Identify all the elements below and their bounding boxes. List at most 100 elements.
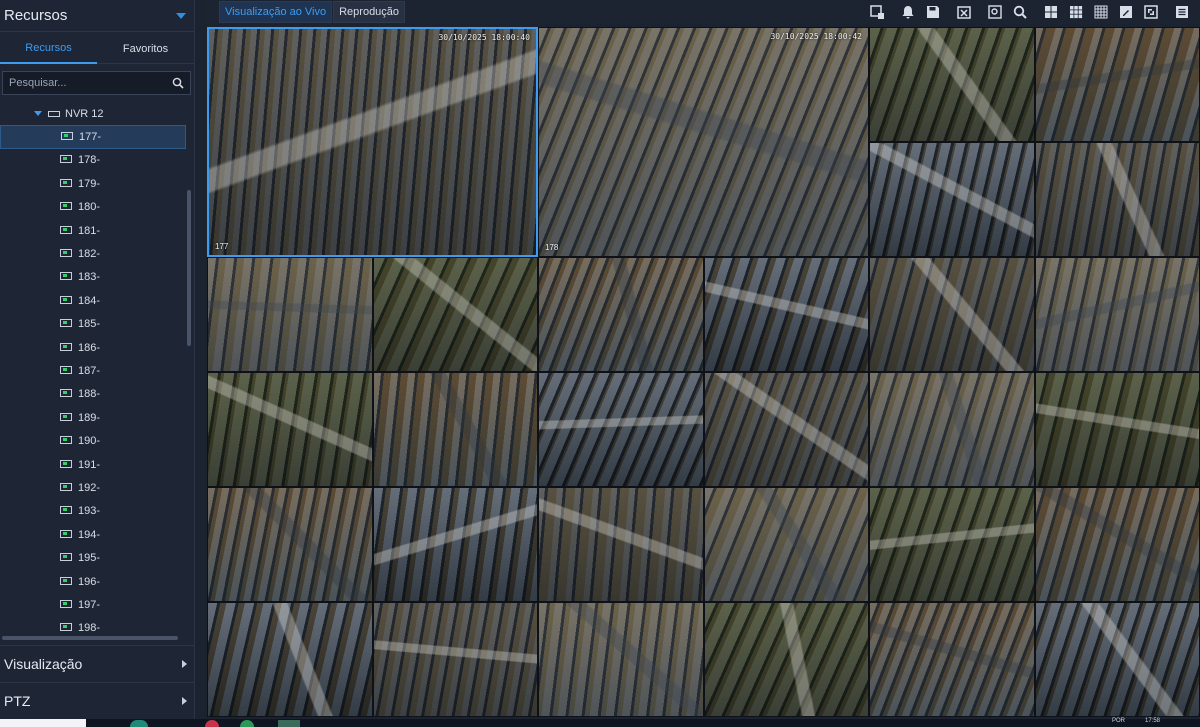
tree-horizontal-scrollbar[interactable] bbox=[2, 636, 178, 640]
section-visualizacao[interactable]: Visualização bbox=[0, 645, 195, 681]
camera-tile[interactable] bbox=[1034, 602, 1200, 717]
edit-icon[interactable] bbox=[1117, 3, 1134, 20]
layout-4x4-icon[interactable] bbox=[1092, 3, 1109, 20]
layout-3x3-icon[interactable] bbox=[1067, 3, 1084, 20]
tree-node-camera[interactable]: 184- bbox=[0, 289, 186, 312]
camera-tile[interactable] bbox=[869, 142, 1035, 257]
tab-favoritos[interactable]: Favoritos bbox=[97, 34, 194, 64]
camera-tile[interactable] bbox=[1034, 257, 1200, 372]
tree-node-camera[interactable]: 185- bbox=[0, 313, 186, 336]
camera-channel-label: 177 bbox=[215, 242, 229, 251]
camera-tile[interactable] bbox=[372, 487, 538, 602]
tree-node-camera[interactable]: 177- bbox=[0, 125, 186, 149]
camera-tile[interactable]: 30/10/2025 18:00:42 178 bbox=[538, 27, 869, 257]
camera-online-icon bbox=[60, 342, 73, 353]
layout-2x2-icon[interactable] bbox=[1042, 3, 1059, 20]
search-input[interactable] bbox=[9, 77, 172, 89]
tree-node-camera[interactable]: 198- bbox=[0, 617, 186, 632]
search-view-icon[interactable] bbox=[986, 3, 1003, 20]
tree-node-camera[interactable]: 186- bbox=[0, 336, 186, 359]
camera-tile[interactable] bbox=[372, 372, 538, 487]
add-window-icon[interactable] bbox=[868, 3, 885, 20]
camera-online-icon bbox=[60, 506, 73, 516]
camera-label: 194- bbox=[78, 528, 101, 541]
camera-tile[interactable]: 30/10/2025 18:00:40 177 bbox=[207, 27, 538, 257]
tab-playback[interactable]: Reprodução bbox=[333, 1, 406, 23]
camera-tile[interactable] bbox=[207, 487, 373, 602]
tray-language[interactable]: POR bbox=[1112, 718, 1125, 724]
tree-node-camera[interactable]: 193- bbox=[0, 500, 186, 523]
camera-label: 193- bbox=[78, 505, 101, 518]
camera-tile[interactable] bbox=[703, 602, 869, 717]
camera-online-icon bbox=[60, 412, 73, 423]
camera-tile[interactable] bbox=[538, 487, 704, 602]
tree-node-camera[interactable]: 189- bbox=[0, 406, 186, 429]
tree-node-camera[interactable]: 187- bbox=[0, 359, 186, 382]
camera-tile[interactable] bbox=[869, 372, 1035, 487]
tree-node-camera[interactable]: 195- bbox=[0, 546, 186, 569]
camera-tile[interactable] bbox=[703, 372, 869, 487]
camera-label: 195- bbox=[78, 552, 101, 565]
camera-tile[interactable] bbox=[869, 602, 1035, 717]
camera-tile[interactable] bbox=[1034, 487, 1200, 602]
tree-node-camera[interactable]: 182- bbox=[0, 242, 186, 265]
taskbar-app-icon[interactable] bbox=[278, 720, 300, 727]
taskbar-app-icon[interactable] bbox=[130, 720, 148, 727]
camera-tile[interactable] bbox=[538, 257, 704, 372]
tree-node-camera[interactable]: 183- bbox=[0, 266, 186, 289]
camera-online-icon bbox=[60, 155, 73, 165]
tree-node-camera[interactable]: 188- bbox=[0, 383, 186, 406]
fullscreen-icon[interactable] bbox=[1142, 3, 1159, 20]
section-ptz[interactable]: PTZ bbox=[0, 682, 195, 718]
camera-tile[interactable] bbox=[207, 372, 373, 487]
camera-tile[interactable] bbox=[869, 27, 1035, 142]
tree-node-camera[interactable]: 192- bbox=[0, 476, 186, 499]
camera-label: 198- bbox=[78, 622, 101, 632]
save-icon[interactable] bbox=[924, 3, 941, 20]
alarm-bell-icon[interactable] bbox=[899, 3, 916, 20]
nvr-device-icon bbox=[48, 110, 60, 117]
camera-tile[interactable] bbox=[207, 257, 373, 372]
tab-recursos[interactable]: Recursos bbox=[0, 34, 97, 64]
camera-online-icon bbox=[60, 225, 73, 236]
tree-node-nvr[interactable]: NVR 12 bbox=[0, 102, 186, 125]
tree-node-camera[interactable]: 180- bbox=[0, 196, 186, 219]
camera-tile[interactable] bbox=[703, 257, 869, 372]
tree-node-camera[interactable]: 181- bbox=[0, 219, 186, 242]
tree-node-camera[interactable]: 191- bbox=[0, 453, 186, 476]
delete-icon[interactable] bbox=[955, 3, 972, 20]
expand-triangle-icon[interactable] bbox=[34, 111, 42, 117]
tree-node-camera[interactable]: 194- bbox=[0, 523, 186, 546]
camera-tile[interactable] bbox=[207, 602, 373, 717]
camera-tile[interactable] bbox=[703, 487, 869, 602]
camera-tile[interactable] bbox=[538, 372, 704, 487]
camera-tile[interactable] bbox=[1034, 372, 1200, 487]
tray-clock[interactable]: 17:58 bbox=[1145, 718, 1160, 724]
taskbar-app-icon[interactable] bbox=[205, 720, 219, 727]
sidebar-tabs: Recursos Favoritos bbox=[0, 34, 194, 64]
tree-node-camera[interactable]: 196- bbox=[0, 570, 186, 593]
tree-vertical-scrollbar[interactable] bbox=[187, 190, 191, 346]
camera-tile[interactable] bbox=[869, 487, 1035, 602]
camera-tile[interactable] bbox=[869, 257, 1035, 372]
tree-node-camera[interactable]: 190- bbox=[0, 429, 186, 452]
taskbar-search-box[interactable] bbox=[0, 719, 86, 727]
tree-node-camera[interactable]: 197- bbox=[0, 593, 186, 616]
camera-tile[interactable] bbox=[1034, 142, 1200, 257]
camera-online-icon bbox=[60, 529, 73, 540]
search-icon[interactable] bbox=[172, 77, 184, 89]
sidebar-header[interactable]: Recursos bbox=[0, 0, 194, 32]
camera-online-icon bbox=[60, 553, 73, 563]
taskbar-app-icon[interactable] bbox=[240, 720, 254, 727]
tree-node-camera[interactable]: 178- bbox=[0, 149, 186, 172]
tab-live-view[interactable]: Visualização ao Vivo bbox=[219, 1, 333, 23]
camera-tile[interactable] bbox=[538, 602, 704, 717]
menu-icon[interactable] bbox=[1173, 3, 1190, 20]
tree-node-camera[interactable]: 179- bbox=[0, 172, 186, 195]
camera-tile[interactable] bbox=[372, 602, 538, 717]
nvr-label: NVR 12 bbox=[65, 107, 104, 120]
zoom-icon[interactable] bbox=[1011, 3, 1028, 20]
camera-tile[interactable] bbox=[1034, 27, 1200, 142]
collapse-caret-icon[interactable] bbox=[176, 12, 186, 19]
camera-tile[interactable] bbox=[372, 257, 538, 372]
